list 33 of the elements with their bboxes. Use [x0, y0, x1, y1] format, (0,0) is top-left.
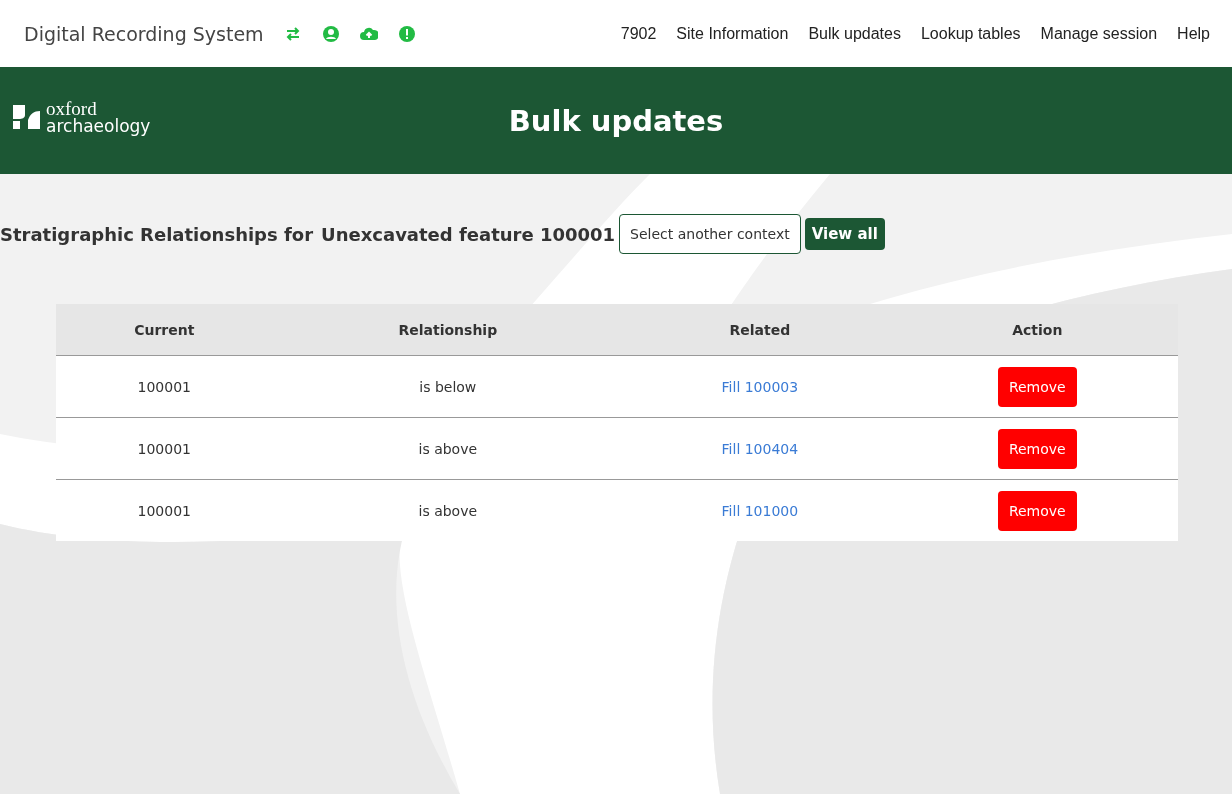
nav-link[interactable]: Site Information	[676, 24, 789, 43]
table-cell: is above	[272, 479, 624, 541]
related-link[interactable]: Fill 100404	[721, 440, 799, 457]
view-all-button[interactable]: View all	[804, 218, 885, 250]
column-header: Current	[56, 304, 273, 356]
related-link[interactable]: Fill 100003	[721, 378, 799, 395]
logo-text: archaeology	[46, 118, 151, 135]
nav-link[interactable]: 7902	[620, 24, 657, 43]
table-cell: is below	[272, 355, 624, 418]
nav-link[interactable]: Lookup tables	[920, 24, 1021, 43]
column-header: Related	[623, 304, 897, 356]
select-context-button[interactable]: Select another context	[619, 214, 801, 254]
nav-link[interactable]: Bulk updates	[808, 24, 901, 43]
table-cell: 100001	[56, 479, 273, 541]
alert-icon[interactable]	[397, 24, 416, 43]
nav-link[interactable]: Help	[1177, 24, 1210, 43]
context-name: Unexcavated feature 100001	[321, 223, 616, 245]
page-title: Bulk updates	[508, 103, 724, 138]
heading-text: Stratigraphic Relationships for	[0, 223, 314, 245]
related-link[interactable]: Fill 101000	[721, 502, 799, 519]
table-cell: 100001	[56, 417, 273, 480]
logo-icon	[12, 102, 42, 132]
app-title: Digital Recording System	[24, 22, 264, 45]
column-header: Action	[896, 304, 1178, 356]
remove-button[interactable]: Remove	[997, 490, 1077, 531]
remove-button[interactable]: Remove	[997, 366, 1077, 407]
user-icon[interactable]	[321, 24, 340, 43]
table-cell: 100001	[56, 355, 273, 418]
column-header: Relationship	[272, 304, 624, 356]
table-cell: is above	[272, 417, 624, 480]
remove-button[interactable]: Remove	[997, 428, 1077, 469]
logo-text: oxford	[46, 99, 97, 118]
nav-link[interactable]: Manage session	[1040, 24, 1158, 43]
